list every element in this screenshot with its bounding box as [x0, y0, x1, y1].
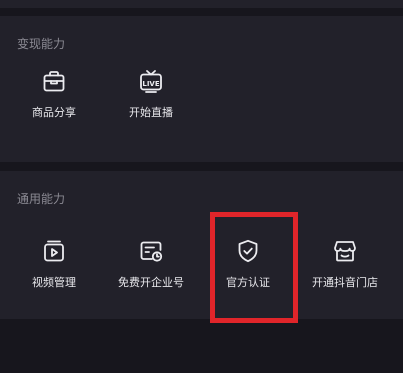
start-live-label: 开始直播	[129, 106, 173, 119]
video-manage-button[interactable]: 视频管理	[6, 238, 102, 300]
shopping-bag-icon	[41, 68, 67, 94]
goods-share-button[interactable]: 商品分享	[6, 68, 102, 130]
live-tv-icon: LIVE	[138, 68, 164, 94]
svg-text:LIVE: LIVE	[142, 80, 159, 88]
section-title-monetize: 变现能力	[17, 37, 66, 51]
goods-share-label: 商品分享	[32, 106, 76, 119]
free-enterprise-account-button[interactable]: 免费开企业号	[103, 238, 199, 300]
start-live-button[interactable]: LIVE 开始直播	[103, 68, 199, 130]
free-enterprise-account-label: 免费开企业号	[118, 276, 184, 289]
section-title-general: 通用能力	[17, 192, 66, 206]
official-verification-button[interactable]: 官方认证	[200, 238, 296, 300]
previous-section-edge	[0, 0, 403, 8]
video-manage-label: 视频管理	[32, 276, 76, 289]
storefront-icon	[332, 238, 358, 264]
official-verification-label: 官方认证	[226, 276, 270, 289]
open-douyin-store-label: 开通抖音门店	[312, 276, 378, 289]
business-card-clock-icon	[138, 238, 164, 264]
open-douyin-store-button[interactable]: 开通抖音门店	[297, 238, 393, 300]
shield-check-icon	[235, 238, 261, 264]
video-manage-icon	[41, 238, 67, 264]
